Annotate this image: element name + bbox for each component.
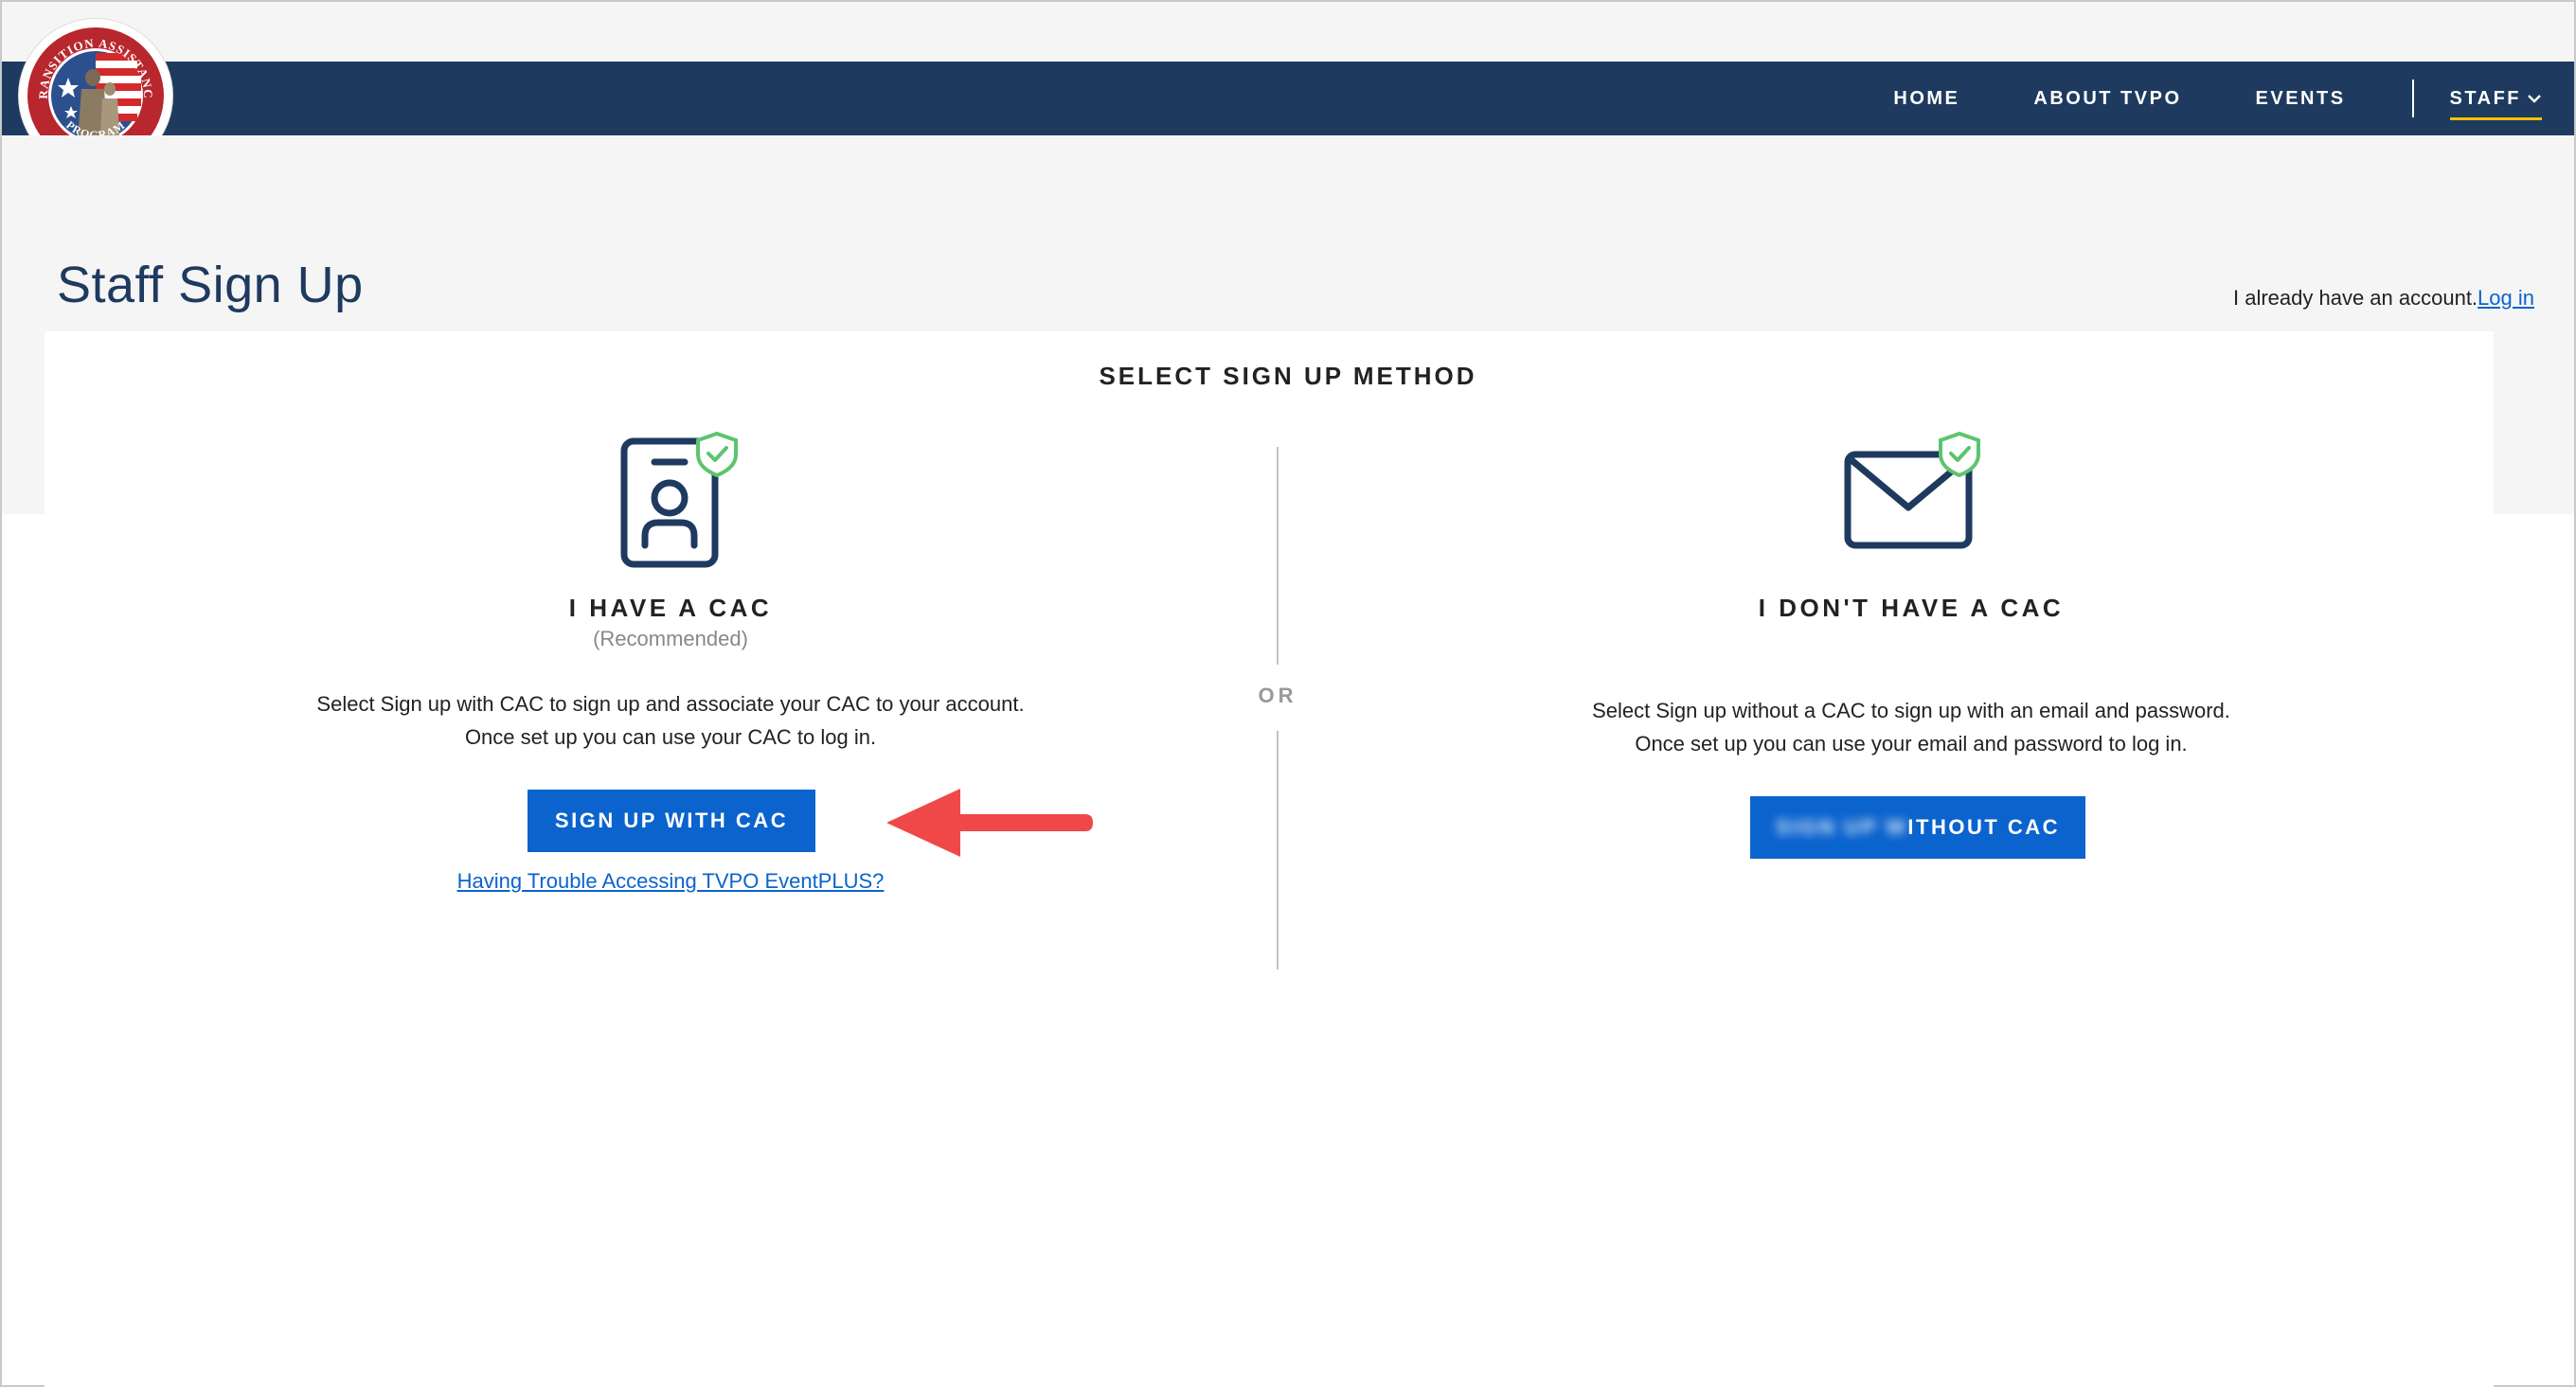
nav-staff-dropdown[interactable]: STAFF — [2449, 62, 2542, 135]
button-visible-text: ITHOUT CAC — [1907, 815, 2061, 839]
trouble-accessing-link[interactable]: Having Trouble Accessing TVPO EventPLUS? — [258, 869, 1083, 894]
vertical-divider-top — [1277, 447, 1279, 665]
active-underline — [2449, 117, 2542, 120]
cac-desc-line-1: Select Sign up with CAC to sign up and a… — [316, 692, 1025, 716]
nav-separator — [2411, 80, 2414, 117]
vertical-divider-bottom — [1277, 731, 1279, 969]
cac-option-description: Select Sign up with CAC to sign up and a… — [258, 687, 1083, 754]
no-cac-option-description: Select Sign up without a CAC to sign up … — [1498, 694, 2324, 760]
cac-option-title: I HAVE A CAC — [568, 594, 773, 622]
no-cac-desc-line-2: Once set up you can use your email and p… — [1635, 732, 2188, 756]
button-blurred-text: SIGN UP W — [1775, 815, 1908, 839]
no-cac-option-title: I DON'T HAVE A CAC — [1758, 594, 2065, 622]
annotation-arrow-icon — [883, 783, 1097, 867]
browser-frame: HOME ABOUT TVPO EVENTS STAFF RANSITION A… — [0, 0, 2576, 1387]
envelope-check-icon — [1842, 430, 1984, 558]
no-cac-option: I DON'T HAVE A CAC Select Sign up withou… — [1498, 2, 2324, 949]
cac-option-subtitle: (Recommended) — [593, 627, 748, 650]
nav-staff-label: STAFF — [2449, 87, 2521, 109]
or-label: OR — [1258, 684, 1297, 707]
no-cac-desc-line-1: Select Sign up without a CAC to sign up … — [1592, 699, 2230, 722]
sign-up-without-cac-button[interactable]: SIGN UP W ITHOUT CAC — [1750, 796, 2085, 859]
login-link[interactable]: Log in — [2478, 286, 2534, 310]
chevron-down-icon — [2528, 95, 2541, 103]
cac-desc-line-2: Once set up you can use your CAC to log … — [464, 725, 877, 749]
id-badge-check-icon — [620, 430, 742, 575]
sign-up-with-cac-button[interactable]: SIGN UP WITH CAC — [528, 790, 815, 852]
